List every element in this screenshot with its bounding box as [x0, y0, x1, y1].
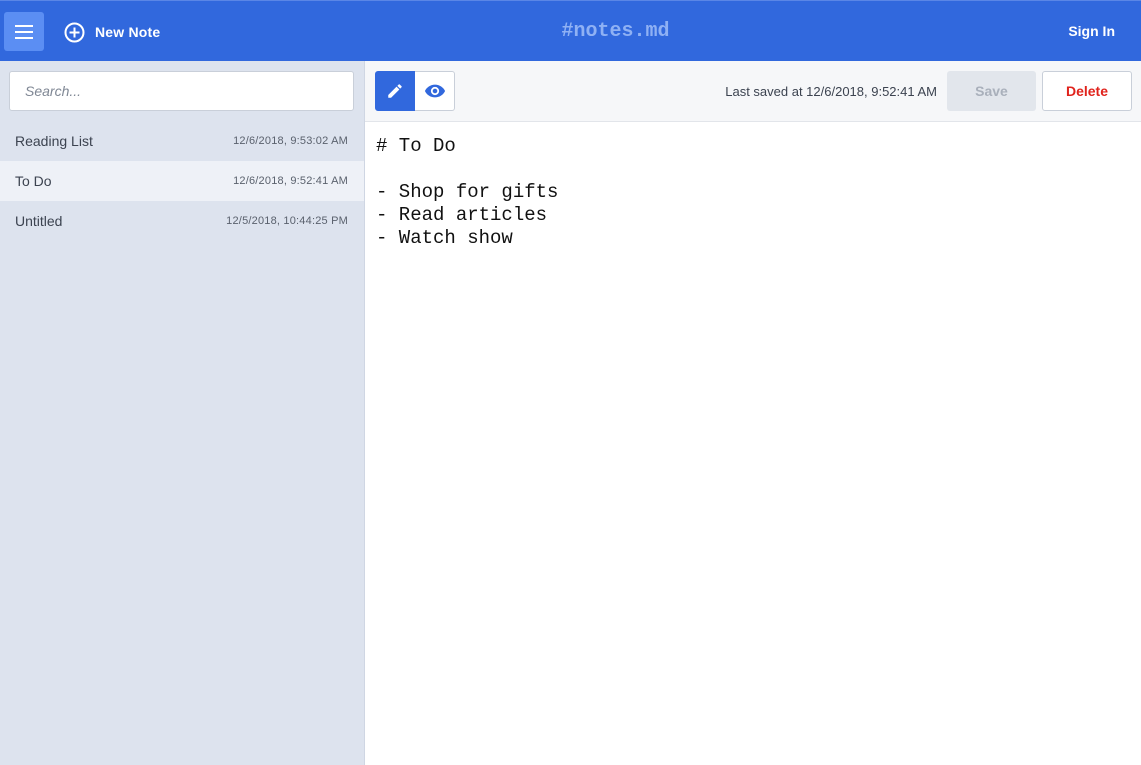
- note-date: 12/6/2018, 9:53:02 AM: [233, 135, 348, 147]
- note-date: 12/6/2018, 9:52:41 AM: [233, 175, 348, 187]
- note-date: 12/5/2018, 10:44:25 PM: [226, 215, 348, 227]
- save-button[interactable]: Save: [947, 71, 1036, 111]
- sign-in-button[interactable]: Sign In: [1068, 23, 1115, 39]
- note-list-item-selected[interactable]: To Do 12/6/2018, 9:52:41 AM: [0, 161, 364, 201]
- last-saved-status: Last saved at 12/6/2018, 9:52:41 AM: [725, 84, 937, 99]
- editor-toolbar: Last saved at 12/6/2018, 9:52:41 AM Save…: [365, 61, 1141, 122]
- note-list-item[interactable]: Reading List 12/6/2018, 9:53:02 AM: [0, 121, 364, 161]
- top-bar: New Note #notes.md Sign In: [0, 0, 1141, 61]
- search-input[interactable]: [9, 71, 354, 111]
- note-title: Untitled: [15, 213, 63, 229]
- delete-button[interactable]: Delete: [1042, 71, 1132, 111]
- edit-mode-button[interactable]: [375, 71, 415, 111]
- editor-pane: Last saved at 12/6/2018, 9:52:41 AM Save…: [365, 61, 1141, 765]
- preview-mode-button[interactable]: [415, 71, 455, 111]
- note-title: To Do: [15, 173, 52, 189]
- note-list: Reading List 12/6/2018, 9:53:02 AM To Do…: [0, 121, 364, 241]
- view-mode-toggle: [375, 71, 455, 111]
- sidebar: Reading List 12/6/2018, 9:53:02 AM To Do…: [0, 61, 365, 765]
- markdown-editor[interactable]: # To Do - Shop for gifts - Read articles…: [365, 122, 1141, 765]
- pencil-icon: [388, 84, 402, 98]
- eye-icon: [424, 84, 445, 98]
- note-list-item[interactable]: Untitled 12/5/2018, 10:44:25 PM: [0, 201, 364, 241]
- note-title: Reading List: [15, 133, 93, 149]
- app-brand: #notes.md: [561, 20, 670, 43]
